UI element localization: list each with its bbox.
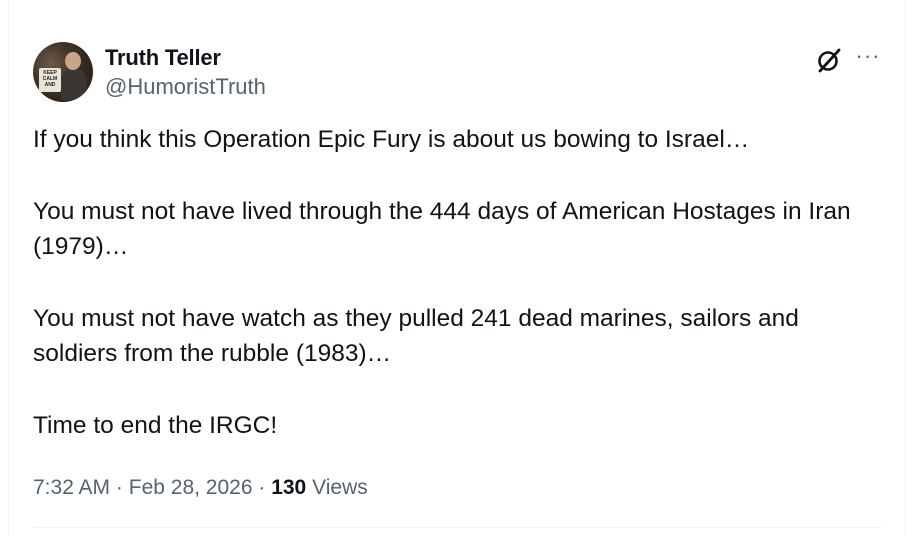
grok-icon-svg (818, 48, 841, 73)
tweet-meta: 7:32 AM · Feb 28, 2026 · 130 Views (33, 474, 368, 502)
tweet-paragraph: Time to end the IRGC! (33, 411, 278, 439)
tweet-paragraph: You must not have watch as they pulled 2… (33, 304, 799, 368)
tweet-header: KEEP CALM AND Truth Teller @HumoristTrut… (33, 42, 883, 104)
author-names: Truth Teller @HumoristTruth (105, 44, 266, 102)
author-display-name[interactable]: Truth Teller (105, 44, 266, 72)
meta-separator: · (258, 476, 266, 499)
divider (33, 527, 881, 528)
author-handle[interactable]: @HumoristTruth (105, 72, 266, 102)
tweet-time[interactable]: 7:32 AM (33, 476, 110, 499)
views-count: 130 (271, 476, 307, 499)
avatar[interactable]: KEEP CALM AND (33, 42, 93, 102)
tweet-date[interactable]: Feb 28, 2026 (129, 476, 253, 499)
avatar-poster: KEEP CALM AND (39, 68, 61, 92)
views-label: Views (312, 476, 368, 499)
more-icon[interactable]: ··· (853, 45, 883, 74)
avatar-figure-body (61, 70, 87, 100)
tweet-paragraph: If you think this Operation Epic Fury is… (33, 126, 750, 153)
tweet-text: If you think this Operation Epic Fury is… (33, 122, 883, 479)
avatar-figure-face (65, 52, 81, 70)
tweet-card: KEEP CALM AND Truth Teller @HumoristTrut… (8, 0, 906, 536)
grok-icon[interactable] (815, 46, 843, 74)
tweet-paragraph: You must not have lived through the 444 … (33, 197, 851, 261)
meta-separator: · (115, 476, 123, 499)
